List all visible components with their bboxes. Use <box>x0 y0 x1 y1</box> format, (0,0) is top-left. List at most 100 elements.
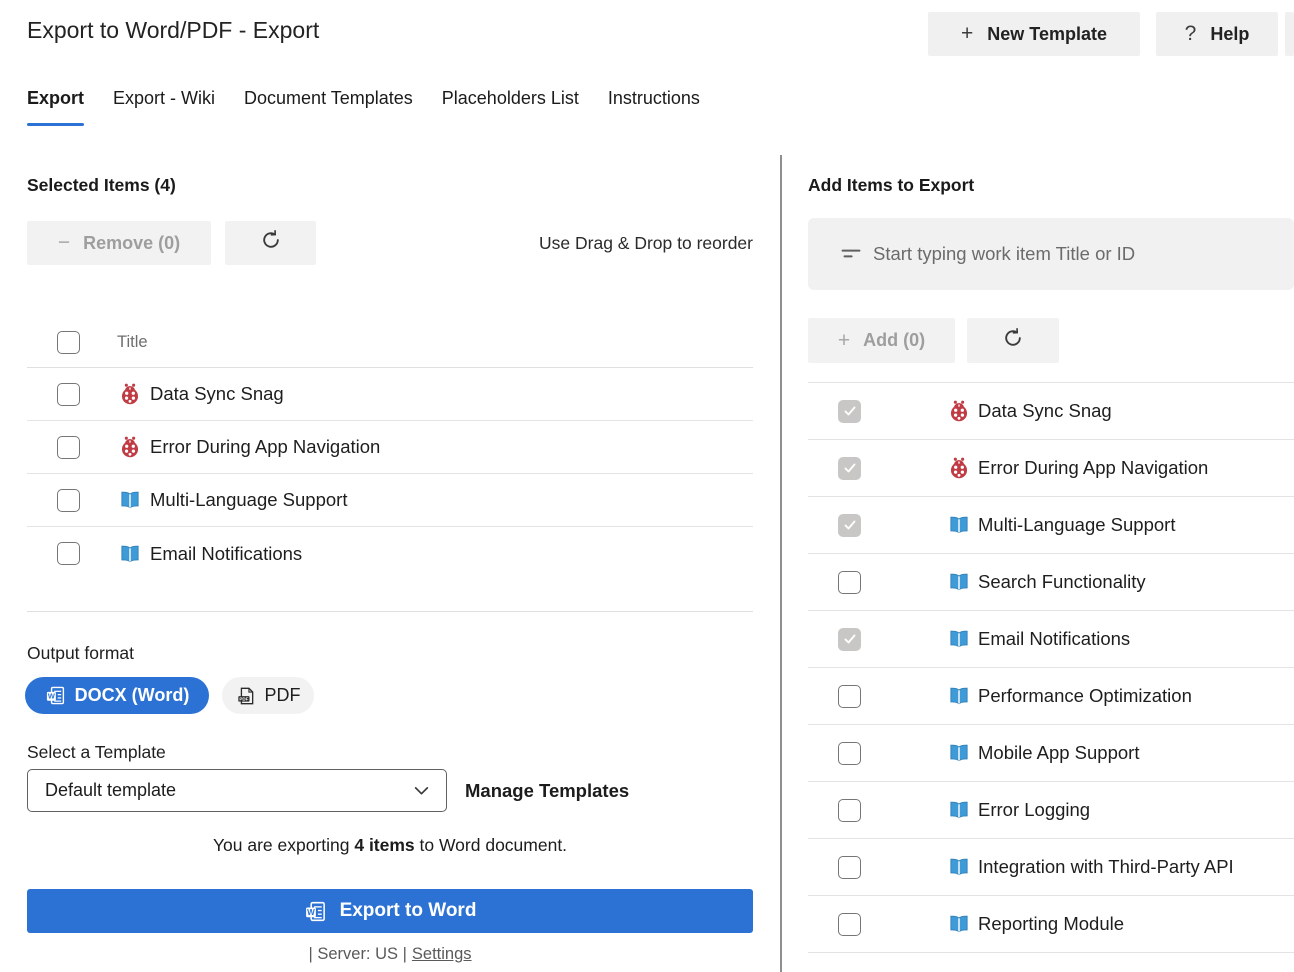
refresh-selected-button[interactable] <box>225 221 316 265</box>
template-select[interactable]: Default template <box>27 769 447 812</box>
add-button[interactable]: + Add (0) <box>808 318 955 363</box>
row-checkbox[interactable] <box>57 489 80 512</box>
word-document-icon: W <box>45 685 66 706</box>
work-item-title: Data Sync Snag <box>978 400 1112 422</box>
table-row[interactable]: Email Notifications <box>27 527 753 580</box>
row-checkbox[interactable] <box>57 436 80 459</box>
row-checkbox[interactable] <box>57 383 80 406</box>
list-item[interactable]: Reporting Module <box>808 896 1294 953</box>
work-item-title: Email Notifications <box>150 543 302 565</box>
list-item[interactable]: Data Sync Snag <box>808 383 1294 440</box>
row-checkbox[interactable] <box>838 856 861 879</box>
checkmark-icon <box>843 461 857 475</box>
table-row[interactable]: Multi-Language Support <box>27 474 753 527</box>
minus-icon: − <box>58 231 70 255</box>
list-item[interactable]: Email Notifications <box>808 611 1294 668</box>
user-story-icon <box>948 685 970 707</box>
server-footer: | Server: US | Settings <box>27 945 753 964</box>
user-story-icon <box>948 913 970 935</box>
bug-icon <box>119 383 141 405</box>
summary-prefix: You are exporting <box>213 835 354 855</box>
work-item-title: Integration with Third-Party API <box>978 856 1234 878</box>
user-story-icon <box>119 543 141 565</box>
svg-text:PDF: PDF <box>239 696 248 701</box>
export-button-label: Export to Word <box>340 900 477 922</box>
row-checkbox[interactable] <box>838 742 861 765</box>
row-checkbox-checked <box>838 400 861 423</box>
checkmark-icon <box>843 404 857 418</box>
select-all-checkbox[interactable] <box>57 331 80 354</box>
table-row[interactable]: Data Sync Snag <box>27 368 753 421</box>
selected-items-table: Title Data Sync Snag <box>27 317 753 612</box>
list-item[interactable]: Integration with Third-Party API <box>808 839 1294 896</box>
output-format-label: Output format <box>27 643 134 664</box>
summary-count: 4 items <box>354 835 414 855</box>
list-item[interactable]: Multi-Language Support <box>808 497 1294 554</box>
selected-items-panel: Selected Items (4) − Remove (0) Use Drag… <box>27 0 753 972</box>
word-document-icon: W <box>304 900 327 923</box>
summary-suffix: to Word document. <box>415 835 567 855</box>
work-item-search[interactable] <box>808 218 1294 290</box>
refresh-results-button[interactable] <box>967 318 1059 363</box>
server-label: | Server: US | <box>308 945 406 963</box>
template-select-value: Default template <box>45 780 176 801</box>
svg-text:W: W <box>48 692 55 701</box>
docx-format-button[interactable]: W DOCX (Word) <box>25 677 209 714</box>
work-item-title: Error Logging <box>978 799 1090 821</box>
user-story-icon <box>948 628 970 650</box>
row-checkbox-checked <box>838 628 861 651</box>
row-checkbox[interactable] <box>838 913 861 936</box>
remove-button[interactable]: − Remove (0) <box>27 221 211 265</box>
bug-icon <box>948 400 970 422</box>
add-items-toolbar: + Add (0) <box>808 318 1294 363</box>
pdf-document-icon: PDF <box>236 686 256 706</box>
select-template-label: Select a Template <box>27 742 166 763</box>
settings-link[interactable]: Settings <box>412 945 472 963</box>
work-item-title: Email Notifications <box>978 628 1130 650</box>
list-item[interactable]: Error Logging <box>808 782 1294 839</box>
checkmark-icon <box>843 518 857 532</box>
user-story-icon <box>948 799 970 821</box>
list-item[interactable]: Error During App Navigation <box>808 440 1294 497</box>
row-checkbox[interactable] <box>57 542 80 565</box>
manage-templates-link[interactable]: Manage Templates <box>465 769 629 812</box>
work-item-title: Performance Optimization <box>978 685 1192 707</box>
bug-icon <box>119 436 141 458</box>
list-item[interactable]: Performance Optimization <box>808 668 1294 725</box>
user-story-icon <box>948 742 970 764</box>
refresh-icon <box>260 229 282 257</box>
bug-icon <box>948 457 970 479</box>
panel-divider <box>780 155 782 972</box>
user-story-icon <box>119 489 141 511</box>
user-story-icon <box>948 571 970 593</box>
export-to-word-pdf-app: Export to Word/PDF - Export + New Templa… <box>0 0 1294 972</box>
export-to-word-button[interactable]: W Export to Word <box>27 889 753 933</box>
drag-drop-hint: Use Drag & Drop to reorder <box>539 221 753 265</box>
svg-text:W: W <box>307 908 315 917</box>
work-item-title: Error During App Navigation <box>150 436 380 458</box>
filter-icon <box>838 241 864 267</box>
drop-target-area <box>27 580 753 612</box>
selected-items-toolbar: − Remove (0) Use Drag & Drop to reorder <box>27 221 753 265</box>
search-input[interactable] <box>873 243 1284 265</box>
row-checkbox[interactable] <box>838 685 861 708</box>
chevron-down-icon <box>413 782 430 799</box>
pdf-label: PDF <box>265 685 301 706</box>
refresh-icon <box>1002 327 1024 355</box>
work-item-title: Search Functionality <box>978 571 1146 593</box>
row-checkbox[interactable] <box>838 799 861 822</box>
pdf-format-button[interactable]: PDF PDF <box>222 677 314 714</box>
work-item-title: Multi-Language Support <box>150 489 347 511</box>
user-story-icon <box>948 856 970 878</box>
row-checkbox[interactable] <box>838 571 861 594</box>
checkmark-icon <box>843 632 857 646</box>
work-item-title: Error During App Navigation <box>978 457 1208 479</box>
export-summary: You are exporting 4 items to Word docume… <box>27 835 753 856</box>
title-column-header: Title <box>117 333 148 352</box>
work-item-title: Reporting Module <box>978 913 1124 935</box>
list-item[interactable]: Search Functionality <box>808 554 1294 611</box>
work-item-title: Multi-Language Support <box>978 514 1175 536</box>
add-label: Add (0) <box>863 330 925 351</box>
list-item[interactable]: Mobile App Support <box>808 725 1294 782</box>
table-row[interactable]: Error During App Navigation <box>27 421 753 474</box>
